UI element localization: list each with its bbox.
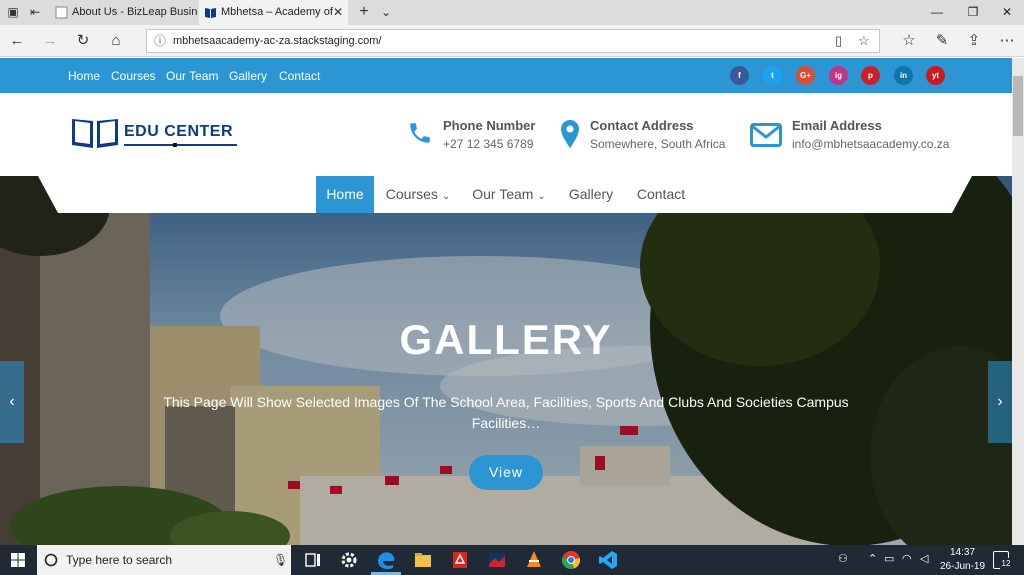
- clock-date[interactable]: 26-Jun-19: [940, 561, 985, 572]
- chevron-up-icon[interactable]: ⌃: [868, 552, 877, 565]
- tab-mbhetsa[interactable]: Mbhetsa – Academy of ✕: [199, 0, 348, 25]
- minimize-icon[interactable]: —: [920, 0, 954, 25]
- chevron-down-icon: ⌄: [441, 191, 451, 202]
- notifications-icon[interactable]: 12: [993, 551, 1012, 570]
- menu-courses[interactable]: Courses ⌄: [382, 176, 454, 213]
- menu-home[interactable]: Home: [316, 176, 374, 213]
- menu-contact[interactable]: Contact: [630, 176, 692, 213]
- close-window-icon[interactable]: ✕: [990, 0, 1024, 25]
- wifi-icon[interactable]: ◠: [902, 552, 912, 565]
- menu-courses-label: Courses: [385, 186, 438, 202]
- address-value: Somewhere, South Africa: [590, 137, 726, 151]
- phone-icon: [410, 123, 430, 143]
- browser-toolbar: ← → ↻ ⌂ ⓘ mbhetsaacademy-ac-za.stackstag…: [0, 25, 1024, 57]
- microphone-icon[interactable]: 🎙: [273, 545, 288, 575]
- tab-title: Mbhetsa – Academy of: [221, 6, 333, 18]
- pinterest-icon[interactable]: p: [861, 66, 880, 85]
- file-explorer-icon[interactable]: [412, 549, 434, 571]
- favorite-star-icon[interactable]: ☆: [858, 30, 870, 52]
- scrollbar-thumb[interactable]: [1013, 76, 1023, 136]
- restore-icon[interactable]: ❐: [956, 0, 990, 25]
- hero-subtitle: This Page Will Show Selected Images Of T…: [163, 394, 849, 431]
- photo-app-icon[interactable]: [486, 549, 508, 571]
- vscode-icon[interactable]: [597, 549, 619, 571]
- vlc-icon[interactable]: [523, 549, 545, 571]
- notification-count: 12: [1000, 558, 1012, 570]
- more-icon[interactable]: ⋯: [997, 31, 1017, 51]
- menu-gallery[interactable]: Gallery: [562, 176, 620, 213]
- phone-title: Phone Number: [443, 118, 536, 133]
- taskbar-search-input[interactable]: Type here to search 🎙: [37, 545, 291, 575]
- task-view-icon[interactable]: [302, 549, 324, 571]
- logo-underline: [124, 144, 237, 146]
- reading-view-icon[interactable]: ▯: [835, 30, 842, 52]
- menu-our-team-label: Our Team: [472, 186, 534, 202]
- forward-icon[interactable]: →: [40, 31, 60, 51]
- address-title: Contact Address: [590, 118, 694, 133]
- top-link-contact[interactable]: Contact: [279, 69, 320, 83]
- edge-browser-icon[interactable]: [375, 549, 397, 571]
- top-link-home[interactable]: Home: [68, 69, 100, 83]
- battery-icon[interactable]: ▭: [884, 552, 894, 565]
- view-button[interactable]: View: [469, 455, 543, 490]
- twitter-icon[interactable]: t: [763, 66, 782, 85]
- home-icon[interactable]: ⌂: [106, 31, 126, 51]
- site-header: EDU CENTER Phone Number +27 12 345 6789 …: [0, 93, 1012, 176]
- slider-prev-icon[interactable]: ‹: [0, 361, 24, 443]
- chrome-icon[interactable]: [560, 549, 582, 571]
- url-text: mbhetsaacademy-ac-za.stackstaging.com/: [173, 35, 382, 47]
- new-tab-icon[interactable]: +: [355, 4, 373, 20]
- refresh-icon[interactable]: ↻: [73, 31, 93, 51]
- windows-start-icon[interactable]: [11, 553, 25, 567]
- share-icon[interactable]: ⇪: [964, 31, 984, 51]
- top-link-our-team[interactable]: Our Team: [166, 69, 218, 83]
- phone-value: +27 12 345 6789: [443, 137, 534, 151]
- book-icon: [205, 8, 216, 18]
- set-aside-tabs-icon[interactable]: ⇤: [26, 4, 44, 20]
- menu-our-team[interactable]: Our Team ⌄: [466, 176, 552, 213]
- notes-pen-icon[interactable]: ✎: [932, 31, 952, 51]
- tab-list-icon[interactable]: ▣: [4, 4, 22, 20]
- hero-title: GALLERY: [399, 316, 613, 363]
- youtube-icon[interactable]: yt: [926, 66, 945, 85]
- tab-bizleap[interactable]: About Us - BizLeap Business: [50, 0, 198, 25]
- settings-gear-icon[interactable]: [338, 549, 360, 571]
- address-bar[interactable]: ⓘ mbhetsaacademy-ac-za.stackstaging.com/…: [146, 29, 880, 53]
- linkedin-icon[interactable]: in: [894, 66, 913, 85]
- top-link-courses[interactable]: Courses: [111, 69, 156, 83]
- slider-next-icon[interactable]: ›: [988, 361, 1012, 443]
- volume-icon[interactable]: ◁: [920, 552, 928, 565]
- info-icon: ⓘ: [154, 34, 167, 48]
- facebook-icon[interactable]: f: [730, 66, 749, 85]
- location-pin-icon: [561, 120, 579, 148]
- site-top-bar: Home Courses Our Team Gallery Contact f …: [0, 58, 1012, 93]
- clock-time[interactable]: 14:37: [950, 547, 975, 558]
- google-plus-icon[interactable]: G+: [796, 66, 815, 85]
- logo-dot: [173, 143, 177, 147]
- logo-text: EDU CENTER: [124, 123, 234, 140]
- logo-book-icon: [72, 119, 118, 148]
- close-tab-icon[interactable]: ✕: [333, 0, 343, 25]
- page-icon: [55, 6, 68, 19]
- browser-tab-strip: ▣ ⇤ About Us - BizLeap Business Mbhetsa …: [0, 0, 1024, 25]
- top-link-gallery[interactable]: Gallery: [229, 69, 267, 83]
- back-icon[interactable]: ←: [7, 31, 27, 51]
- email-value[interactable]: info@mbhetsaacademy.co.za: [792, 137, 949, 151]
- search-placeholder: Type here to search: [66, 553, 173, 567]
- chevron-down-icon[interactable]: ⌄: [377, 4, 395, 20]
- people-icon[interactable]: ⚇: [838, 552, 848, 565]
- favorites-icon[interactable]: ☆: [899, 31, 919, 51]
- instagram-icon[interactable]: ig: [829, 66, 848, 85]
- envelope-icon: [750, 123, 782, 147]
- chevron-down-icon: ⌄: [537, 191, 546, 202]
- pdf-reader-icon[interactable]: [449, 549, 471, 571]
- email-title: Email Address: [792, 118, 882, 133]
- cortana-circle-icon: [44, 553, 58, 567]
- tab-title: About Us - BizLeap Business: [72, 6, 198, 18]
